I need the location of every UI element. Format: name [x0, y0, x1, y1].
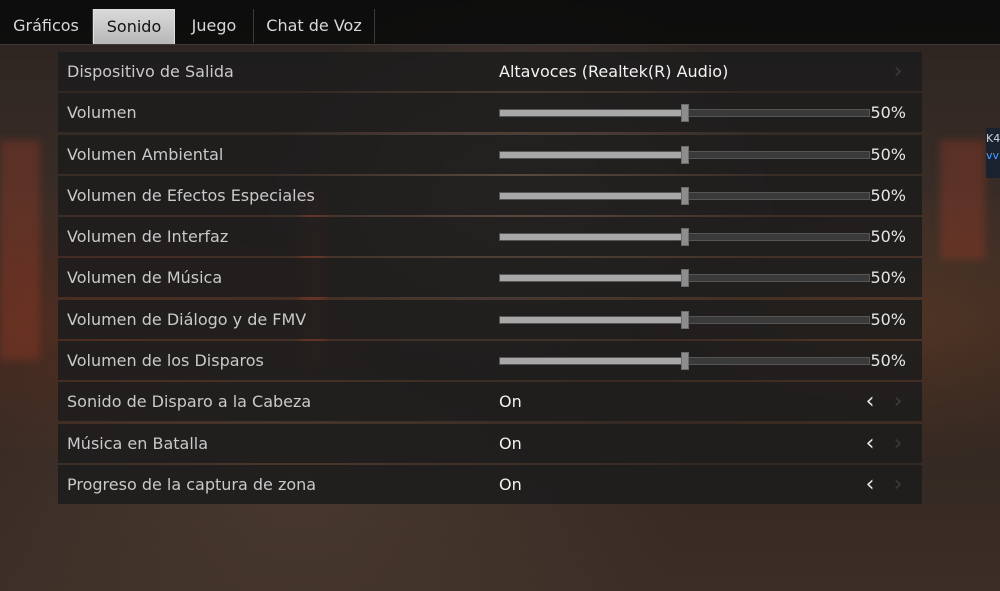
chevron-right-icon[interactable]: ›: [888, 424, 908, 463]
setting-row: Sonido de Disparo a la Cabeza On ‹ ›: [58, 382, 922, 422]
setting-row: Volumen de Música 50%: [58, 258, 922, 298]
slider-fill: [500, 192, 685, 199]
slider-thumb[interactable]: [680, 228, 689, 247]
setting-row: Volumen de los Disparos 50%: [58, 341, 922, 381]
setting-label: Volumen de Efectos Especiales: [67, 185, 315, 205]
chevron-right-icon[interactable]: ›: [888, 382, 908, 421]
slider-fill: [500, 151, 685, 158]
volume-slider[interactable]: [499, 352, 870, 371]
slider-thumb[interactable]: [680, 104, 689, 123]
setting-row: Progreso de la captura de zona On ‹ ›: [58, 464, 922, 504]
slider-fill: [500, 316, 685, 323]
side-text-line1: K4: [986, 132, 1000, 145]
setting-label: Progreso de la captura de zona: [67, 474, 317, 494]
slider-fill: [500, 358, 685, 365]
toggle-value[interactable]: On: [499, 424, 522, 463]
setting-row: Dispositivo de Salida Altavoces (Realtek(…: [58, 52, 922, 91]
output-device-value[interactable]: Altavoces (Realtek(R) Audio): [499, 52, 728, 91]
slider-value: 50%: [870, 351, 906, 371]
tab-juego[interactable]: Juego: [175, 9, 254, 43]
toggle-value[interactable]: On: [499, 382, 522, 421]
setting-label: Volumen Ambiental: [67, 144, 224, 164]
toggle-value[interactable]: On: [499, 465, 522, 504]
slider-fill: [500, 110, 685, 117]
volume-slider[interactable]: [499, 228, 870, 247]
slider-value: 50%: [870, 144, 906, 164]
setting-row: Volumen de Diálogo y de FMV 50%: [58, 299, 922, 339]
tab-sonido[interactable]: Sonido: [93, 9, 175, 44]
setting-label: Dispositivo de Salida: [67, 62, 234, 81]
setting-label: Volumen de Interfaz: [67, 227, 229, 247]
setting-row: Volumen 50%: [58, 93, 922, 133]
slider-value: 50%: [870, 185, 906, 205]
tab-chat-de-voz[interactable]: Chat de Voz: [254, 9, 375, 43]
slider-thumb[interactable]: [680, 310, 689, 329]
sound-settings-list: Dispositivo de Salida Altavoces (Realtek(…: [58, 52, 922, 506]
volume-slider[interactable]: [499, 269, 870, 288]
volume-slider[interactable]: [499, 104, 870, 123]
slider-fill: [500, 234, 685, 241]
volume-slider[interactable]: [499, 186, 870, 205]
setting-label: Sonido de Disparo a la Cabeza: [67, 392, 312, 412]
setting-label: Volumen de Diálogo y de FMV: [67, 309, 307, 329]
slider-thumb[interactable]: [680, 145, 689, 164]
setting-row: Música en Batalla On ‹ ›: [58, 423, 922, 463]
side-panel-text: K4 vv: [986, 132, 1000, 162]
slider-value: 50%: [870, 268, 906, 288]
setting-row: Volumen Ambiental 50%: [58, 134, 922, 174]
setting-row: Volumen de Interfaz 50%: [58, 217, 922, 257]
setting-label: Volumen de Música: [67, 268, 223, 288]
slider-thumb[interactable]: [680, 269, 689, 288]
tab-bar: Gráficos Sonido Juego Chat de Voz: [0, 0, 1000, 45]
chevron-left-icon[interactable]: ‹: [860, 382, 880, 421]
volume-slider[interactable]: [499, 145, 870, 164]
chevron-left-icon[interactable]: ‹: [860, 424, 880, 463]
chevron-right-icon[interactable]: ›: [888, 52, 908, 91]
setting-row: Volumen de Efectos Especiales 50%: [58, 175, 922, 215]
volume-slider[interactable]: [499, 310, 870, 329]
slider-value: 50%: [870, 227, 906, 247]
chevron-left-icon[interactable]: ‹: [860, 465, 880, 504]
setting-label: Música en Batalla: [67, 433, 209, 453]
background-streak: [940, 140, 985, 260]
tab-graficos[interactable]: Gráficos: [0, 9, 93, 43]
background-streak: [0, 140, 40, 360]
setting-label: Volumen de los Disparos: [67, 351, 264, 371]
slider-thumb[interactable]: [680, 352, 689, 371]
slider-value: 50%: [870, 309, 906, 329]
side-text-line2: vv: [986, 149, 1000, 162]
setting-label: Volumen: [67, 103, 137, 123]
chevron-right-icon[interactable]: ›: [888, 465, 908, 504]
slider-thumb[interactable]: [680, 186, 689, 205]
slider-value: 50%: [870, 103, 906, 123]
slider-fill: [500, 275, 685, 282]
